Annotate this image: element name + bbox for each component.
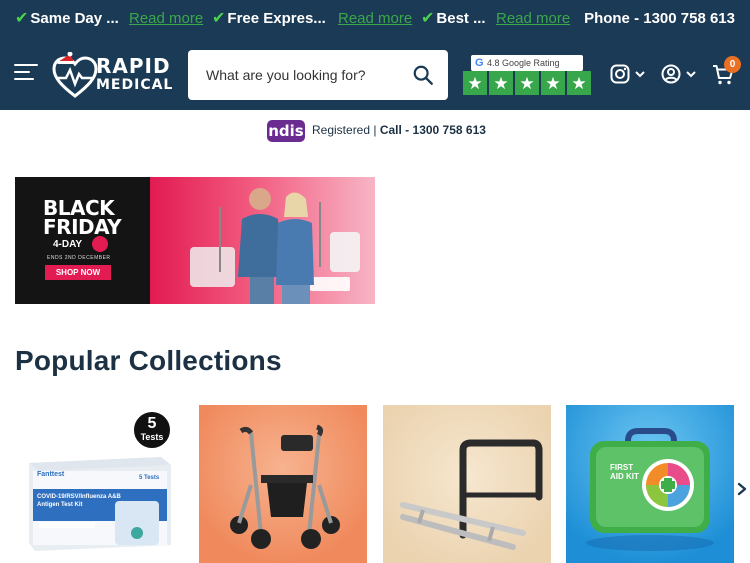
rollator-image <box>230 424 340 549</box>
read-more-link[interactable]: Read more <box>129 9 203 29</box>
logo-heart-icon <box>52 51 98 98</box>
kit-box-count: 5 Tests <box>139 475 160 481</box>
menu-icon[interactable] <box>14 64 38 84</box>
check-icon: ✔ <box>212 10 226 27</box>
ndis-logo[interactable]: ndis <box>267 120 305 142</box>
sale-badge-icon <box>92 236 108 252</box>
site-logo[interactable]: RAPID MEDICAL <box>52 51 178 100</box>
cart-count-badge: 0 <box>724 56 741 73</box>
promo-item-best: ✔ Best ... <box>421 10 486 27</box>
collection-card-rollators[interactable] <box>199 405 367 563</box>
banner-sale-label: 4-DAY <box>53 239 83 250</box>
promo-bar: ✔ Same Day ... Read more ✔ Free Expres... … <box>0 0 750 38</box>
chevron-down-icon[interactable] <box>635 70 645 78</box>
kit-brand: Fanttest <box>37 471 65 478</box>
ndis-registration-bar: ndis Registered | Call - 1300 758 613 <box>0 118 750 144</box>
section-title: Popular Collections <box>15 345 282 376</box>
promo-item-free-express: ✔ Free Expres... <box>212 10 326 27</box>
first-aid-kit-label: FIRST AID KIT <box>610 463 639 481</box>
collection-card-first-aid[interactable]: FIRST AID KIT <box>566 405 734 563</box>
rating-label: G 4.8 Google Rating <box>471 55 583 71</box>
site-header: ✔ Same Day ... Read more ✔ Free Expres... … <box>0 0 750 110</box>
banner-people-image <box>190 188 360 304</box>
collection-card-bed-rails[interactable] <box>383 405 551 563</box>
banner-text-panel: BLACK FRIDAY 4-DAY ENDS 2ND DECEMBER SHO… <box>15 177 150 304</box>
instagram-icon[interactable] <box>610 64 630 84</box>
check-icon: ✔ <box>421 10 435 27</box>
bed-rail-image <box>400 439 543 550</box>
account-icon[interactable] <box>661 64 681 84</box>
read-more-link[interactable]: Read more <box>496 9 570 29</box>
star-icon: ★ <box>515 71 539 95</box>
read-more-link[interactable]: Read more <box>338 9 412 29</box>
search-icon[interactable] <box>412 64 434 86</box>
shop-now-button[interactable]: SHOP NOW <box>45 265 111 280</box>
logo-wordmark: RAPID MEDICAL <box>96 54 174 93</box>
search-input[interactable] <box>206 63 406 87</box>
tests-count-badge: 5 Tests <box>132 410 172 450</box>
star-icon: ★ <box>489 71 513 95</box>
chevron-down-icon[interactable] <box>686 70 696 78</box>
ndis-text: Registered | Call - 1300 758 613 <box>312 123 486 137</box>
banner-photo <box>150 177 375 304</box>
star-icon: ★ <box>463 71 487 95</box>
star-icon: ★ <box>541 71 565 95</box>
collection-card-test-kits[interactable]: Fanttest 5 Tests COVID-19/RSV/Influenza … <box>15 405 183 563</box>
banner-headline: BLACK FRIDAY <box>43 196 122 239</box>
carousel-next-icon[interactable] <box>735 480 749 498</box>
rating-stars: ★ ★ ★ ★ ★ <box>463 71 593 95</box>
search-box <box>188 50 448 100</box>
google-icon: G <box>475 57 484 69</box>
star-icon: ★ <box>567 71 591 95</box>
black-friday-banner[interactable]: BLACK FRIDAY 4-DAY ENDS 2ND DECEMBER SHO… <box>15 177 375 304</box>
header-phone[interactable]: Phone - 1300 758 613 <box>584 9 735 29</box>
google-rating-badge[interactable]: G 4.8 Google Rating ★ ★ ★ ★ ★ <box>463 55 595 95</box>
kit-product-label: COVID-19/RSV/Influenza A&B Antigen Test … <box>37 494 121 508</box>
first-aid-kit-image <box>586 428 714 551</box>
check-icon: ✔ <box>15 10 29 27</box>
banner-ends-date: ENDS 2ND DECEMBER <box>47 255 111 261</box>
promo-item-same-day: ✔ Same Day ... <box>15 10 119 27</box>
ndis-call-link[interactable]: Call - 1300 758 613 <box>380 123 486 137</box>
